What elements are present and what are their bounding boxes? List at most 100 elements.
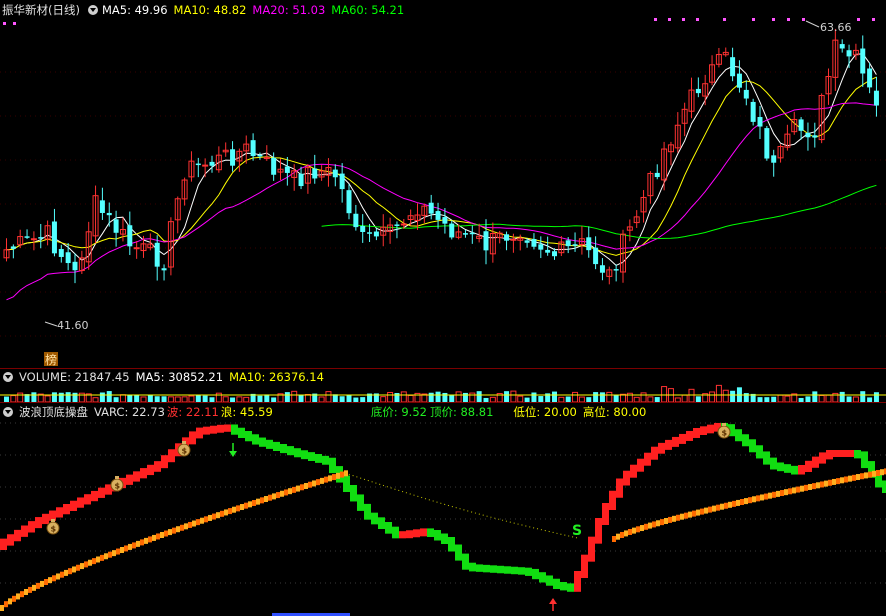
candle-body: [113, 219, 119, 233]
candle-body: [106, 212, 112, 216]
volume-bar: [722, 389, 729, 402]
orange-band: [788, 488, 792, 495]
wave-bar: [294, 448, 301, 458]
wave-bar: [476, 564, 483, 572]
candle-body: [394, 224, 400, 226]
volume-panel[interactable]: VOLUME: 21847.45 MA5: 30852.21 MA10: 263…: [0, 369, 886, 402]
wave-bar: [287, 446, 294, 456]
price-chart[interactable]: 63.66 41.60 榜: [0, 0, 886, 368]
wave-bar: [651, 446, 658, 460]
orange-band: [244, 502, 248, 509]
wave-bar: [616, 478, 623, 498]
badge-label: 榜: [45, 352, 57, 367]
wave-bar: [448, 537, 455, 552]
wave-bar: [364, 503, 371, 520]
wave-bar: [483, 564, 490, 573]
wave-bar: [861, 451, 868, 469]
orange-band: [676, 514, 680, 521]
volume-bar: [510, 390, 517, 402]
wave-bar: [77, 497, 84, 508]
wave-bar: [21, 525, 28, 537]
candle-body: [154, 242, 160, 267]
candle-body: [202, 164, 209, 167]
orange-band: [276, 492, 280, 499]
orange-band: [88, 559, 92, 566]
wave-bar: [609, 490, 616, 510]
wave-bar: [371, 512, 378, 525]
orange-band: [224, 509, 228, 516]
price-panel[interactable]: 振华新材(日线) MA5: 49.96 MA10: 48.82 MA20: 51…: [0, 0, 886, 368]
orange-band: [44, 579, 48, 586]
candle-body: [230, 149, 236, 166]
wave-bar: [882, 480, 886, 493]
orange-band: [20, 591, 24, 598]
wave-bar: [56, 507, 63, 518]
orange-band: [272, 493, 276, 500]
orange-band: [328, 475, 332, 482]
orange-band: [312, 480, 316, 487]
orange-band: [172, 527, 176, 534]
volume-bar: [400, 391, 407, 402]
wave-bar: [259, 437, 266, 447]
orange-band: [316, 479, 320, 486]
wave-bar: [399, 531, 406, 539]
orange-band: [60, 571, 64, 578]
svg-text:$: $: [51, 525, 57, 534]
orange-band: [104, 553, 108, 560]
candle-body: [695, 88, 701, 94]
orange-band: [8, 598, 12, 605]
candle-body: [38, 237, 44, 239]
wave-bar: [280, 444, 287, 454]
orange-band: [628, 528, 632, 535]
orange-band: [280, 490, 284, 497]
wave-bar: [693, 428, 700, 438]
wave-bar: [539, 572, 546, 583]
volume-bar: [873, 392, 879, 402]
wave-bar: [819, 452, 826, 464]
dropdown-icon[interactable]: [3, 407, 13, 417]
orange-band: [168, 529, 172, 536]
wave-bar: [525, 567, 532, 576]
candle-body: [538, 244, 544, 250]
candle-body: [373, 231, 379, 237]
wave-bar: [217, 424, 224, 433]
orange-band: [288, 488, 292, 495]
orange-band: [40, 580, 44, 587]
volume-bar: [476, 391, 482, 402]
orange-band: [24, 588, 28, 595]
orange-band: [36, 582, 40, 589]
orange-band: [300, 484, 304, 491]
orange-band: [828, 479, 832, 486]
wave-bar: [833, 450, 840, 457]
wave-bar: [574, 571, 581, 592]
indicator-panel[interactable]: S $ $ $ $ 波浪顶底操盘 VARC: 22.73 波: 22.11 浪: 45…: [0, 403, 886, 616]
volume-bar: [31, 392, 37, 402]
orange-band: [840, 477, 844, 484]
volume-bar: [743, 393, 749, 402]
candle-body: [332, 169, 338, 178]
wave-indicator-chart[interactable]: S $ $ $ $: [0, 403, 886, 616]
orange-band: [140, 539, 144, 546]
volume-bar: [860, 391, 866, 402]
volume-bar: [455, 391, 462, 402]
candle-body: [30, 238, 37, 241]
candle-body: [846, 50, 852, 57]
orange-band: [292, 486, 296, 493]
wave-bar: [777, 462, 784, 472]
volume-bar: [394, 393, 400, 402]
wave-bar: [161, 455, 168, 469]
wave-bar: [427, 528, 434, 537]
wave-bar: [329, 457, 336, 474]
orange-band: [868, 471, 872, 478]
orange-band: [76, 564, 80, 571]
volume-bar: [58, 392, 64, 402]
bottom-price-label: 底价: 9.52: [370, 405, 427, 419]
wave-bar: [322, 455, 329, 465]
wave-bar: [133, 471, 140, 482]
orange-band: [192, 520, 196, 527]
candle-body: [586, 237, 592, 251]
candle-body: [552, 251, 557, 257]
orange-band: [164, 530, 168, 537]
wave-bar: [686, 430, 693, 441]
volume-chart[interactable]: [0, 369, 886, 402]
